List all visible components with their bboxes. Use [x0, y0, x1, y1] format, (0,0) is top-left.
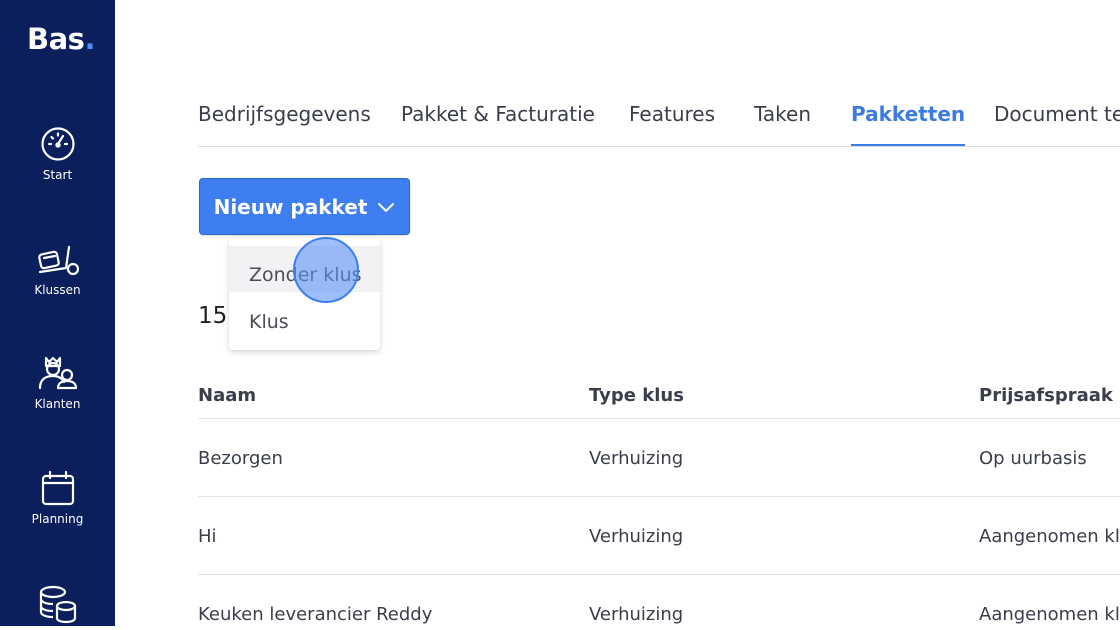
coins-icon: [39, 585, 76, 624]
tab-document-templates[interactable]: Document te: [994, 102, 1120, 126]
tab-features[interactable]: Features: [629, 102, 715, 126]
sidebar-item-finance[interactable]: [0, 584, 115, 630]
cell-prijsafspraak: Aangenomen klus: [979, 604, 1120, 625]
dropdown-item-label: Klus: [249, 311, 289, 333]
sidebar: Bas. Start Klussen Klanten Planning: [0, 0, 115, 626]
dropdown-item-zonder-klus[interactable]: Zonder klus: [229, 246, 380, 292]
row-divider: [198, 496, 1120, 497]
dropdown-item-klus[interactable]: Klus: [229, 293, 380, 339]
dolly-icon: [37, 245, 79, 276]
new-package-dropdown: Zonder klus Klus: [229, 238, 380, 350]
calendar-icon: [41, 470, 74, 506]
column-header-type-klus[interactable]: Type klus: [589, 385, 684, 406]
header-divider: [198, 418, 1120, 419]
gauge-icon: [40, 127, 75, 161]
users-icon: [38, 356, 77, 390]
dropdown-item-label: Zonder klus: [249, 264, 362, 286]
sidebar-item-label: Start: [42, 168, 73, 182]
cell-type-klus: Verhuizing: [589, 526, 684, 547]
package-count: 15: [198, 303, 228, 329]
cell-naam: Keuken leverancier Reddy: [198, 604, 433, 625]
tab-bedrijfsgegevens[interactable]: Bedrijfsgegevens: [198, 102, 371, 126]
cell-prijsafspraak: Aangenomen klus: [979, 526, 1120, 547]
sidebar-item-label: Klanten: [34, 397, 81, 411]
cell-naam: Bezorgen: [198, 448, 283, 469]
cell-prijsafspraak: Op uurbasis: [979, 448, 1087, 469]
new-package-button[interactable]: Nieuw pakket: [199, 178, 410, 235]
sidebar-item-start[interactable]: Start: [0, 126, 115, 182]
row-divider: [198, 574, 1120, 575]
cell-type-klus: Verhuizing: [589, 448, 684, 469]
column-header-prijsafspraak[interactable]: Prijsafspraak: [979, 385, 1113, 406]
tab-taken[interactable]: Taken: [754, 102, 811, 126]
sidebar-item-klanten[interactable]: Klanten: [0, 355, 115, 411]
sidebar-item-label: Planning: [31, 512, 84, 526]
sidebar-item-klussen[interactable]: Klussen: [0, 241, 115, 297]
cell-naam: Hi: [198, 526, 217, 547]
sidebar-item-planning[interactable]: Planning: [0, 470, 115, 526]
logo-dot: .: [84, 22, 95, 56]
tab-pakketten[interactable]: Pakketten: [851, 102, 966, 146]
new-package-label: Nieuw pakket: [213, 194, 368, 219]
app-logo[interactable]: Bas.: [27, 22, 95, 56]
sidebar-item-label: Klussen: [34, 283, 81, 297]
settings-tabs: Bedrijfsgegevens Pakket & Facturatie Fea…: [198, 96, 1120, 147]
chevron-down-icon: [378, 202, 395, 212]
column-header-naam[interactable]: Naam: [198, 385, 256, 406]
cell-type-klus: Verhuizing: [589, 604, 684, 625]
tab-pakket-facturatie[interactable]: Pakket & Facturatie: [401, 102, 595, 126]
logo-text: Bas: [27, 22, 85, 56]
